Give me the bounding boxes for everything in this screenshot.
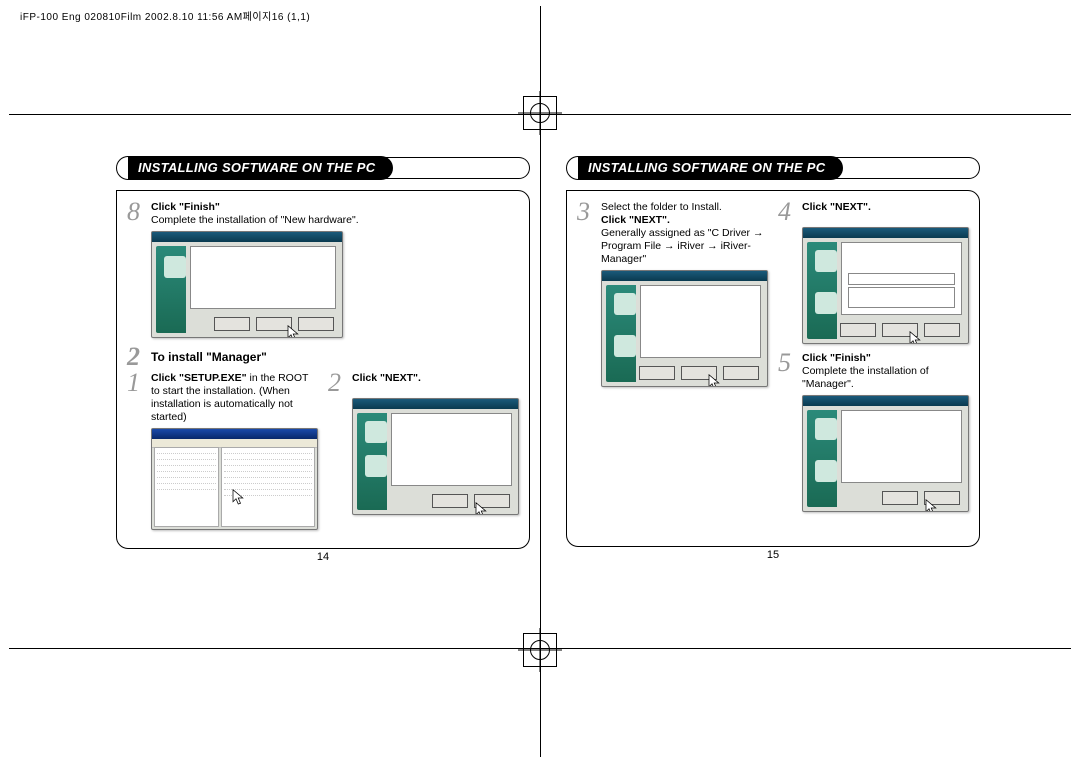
step-number: 3 [577, 201, 595, 266]
registration-mark-bottom [523, 633, 557, 667]
cursor-icon [473, 502, 488, 515]
screenshot-destination [601, 270, 768, 387]
step-number: 1 [127, 372, 145, 424]
page-number: 14 [116, 551, 530, 563]
content-panel: 3 Select the folder to Install. Click "N… [566, 190, 980, 547]
step-number: 2 [328, 372, 346, 394]
screenshot-finish-manager [802, 395, 969, 512]
registration-mark-top [523, 96, 557, 130]
screenshot-explorer [151, 428, 318, 530]
step-text: Complete the installation of "Manager". [802, 365, 929, 390]
page-left: INSTALLING SOFTWARE ON THE PC 8 Click "F… [98, 136, 548, 573]
step-bold: Click "SETUP.EXE" [151, 372, 247, 384]
step-bold: Click "NEXT". [601, 214, 670, 226]
cursor-icon [706, 374, 721, 387]
step-text: Complete the installation of "New hardwa… [151, 214, 359, 226]
step-number: 8 [127, 201, 145, 227]
step-number: 5 [778, 352, 796, 391]
step-8: 8 Click "Finish" Complete the installati… [127, 201, 519, 227]
section-title-bar: INSTALLING SOFTWARE ON THE PC [566, 156, 980, 180]
step-5: 5 Click "Finish" Complete the installati… [778, 352, 969, 391]
section-title-bar: INSTALLING SOFTWARE ON THE PC [116, 156, 530, 180]
cursor-icon [230, 489, 245, 507]
page-right: INSTALLING SOFTWARE ON THE PC 3 Select t… [548, 136, 998, 573]
step-1: 1 Click "SETUP.EXE" in the ROOT to start… [127, 372, 318, 424]
step-2: 2 Click "NEXT". [328, 372, 519, 394]
step-text: Generally assigned as "C Driver → Progra… [601, 227, 763, 265]
step-bold: Click "NEXT". [802, 201, 871, 213]
section-title: INSTALLING SOFTWARE ON THE PC [128, 156, 393, 180]
cursor-icon [285, 325, 300, 338]
step-text: Select the folder to Install. [601, 201, 722, 213]
screenshot-program-folder [802, 227, 969, 344]
subheading-install-manager: 2 To install "Manager" [127, 346, 519, 368]
page-number: 15 [566, 549, 980, 561]
cursor-icon [907, 331, 922, 344]
step-number: 4 [778, 201, 796, 223]
step-bold: Click "Finish" [802, 352, 871, 364]
step-bold: Click "NEXT". [352, 372, 421, 384]
cursor-icon [923, 499, 938, 512]
step-bold: Click "Finish" [151, 201, 220, 213]
page-spread: INSTALLING SOFTWARE ON THE PC 8 Click "F… [98, 136, 982, 573]
step-4: 4 Click "NEXT". [778, 201, 969, 223]
section-title: INSTALLING SOFTWARE ON THE PC [578, 156, 843, 180]
screenshot-finish-hw [151, 231, 343, 338]
screenshot-next-1 [352, 398, 519, 515]
content-panel: 8 Click "Finish" Complete the installati… [116, 190, 530, 549]
step-3: 3 Select the folder to Install. Click "N… [577, 201, 768, 266]
